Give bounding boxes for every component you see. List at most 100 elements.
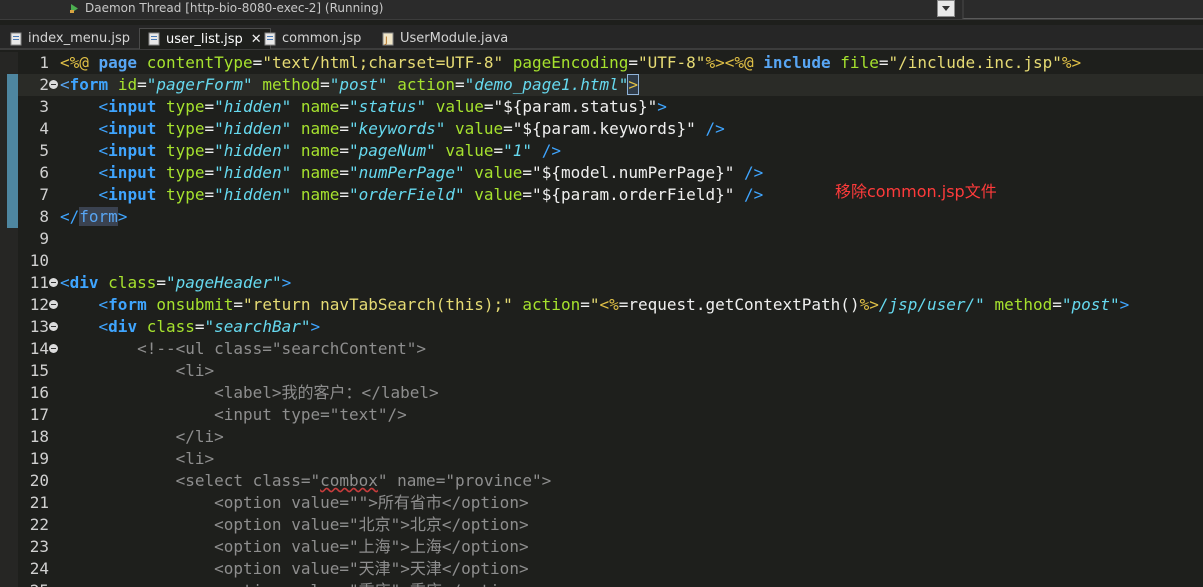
code-token: <option value="重庆">重庆</option>: [60, 581, 528, 587]
code-token: =: [204, 185, 215, 204]
thread-running-icon: [70, 3, 78, 13]
code-text: <input type="hidden" name="keywords" val…: [60, 118, 725, 140]
code-line[interactable]: 18 </li>: [18, 426, 1203, 448]
code-token: name: [300, 97, 340, 116]
tab-label: index_menu.jsp: [28, 31, 130, 46]
fold-collapse-icon[interactable]: [49, 80, 58, 89]
code-line[interactable]: 16 <label>我的客户：</label>: [18, 382, 1203, 404]
right-panel: [962, 0, 1203, 19]
code-line[interactable]: 13 <div class="searchBar">: [18, 316, 1203, 338]
dropdown-arrow-button[interactable]: [937, 0, 955, 17]
code-line[interactable]: 8 </form>: [18, 206, 1203, 228]
code-line[interactable]: 19 <li>: [18, 448, 1203, 470]
code-line[interactable]: 15 <li>: [18, 360, 1203, 382]
code-text: <input type="hidden" name="numPerPage" v…: [60, 162, 764, 184]
code-editor[interactable]: 1 <%@ page contentType="text/html;charset…: [0, 52, 1203, 587]
line-number: 20: [29, 471, 49, 490]
fold-collapse-icon[interactable]: [49, 300, 58, 309]
code-token: "hidden": [214, 141, 301, 160]
code-token: <: [98, 185, 109, 204]
code-text: <option value="上海">上海</option>: [60, 536, 528, 558]
fold-collapse-icon[interactable]: [49, 322, 58, 331]
code-token: name: [300, 119, 340, 138]
code-token: /jsp/user/": [878, 295, 995, 314]
code-line[interactable]: 23 <option value="上海">上海</option>: [18, 536, 1203, 558]
code-line[interactable]: 4 <input type="hidden" name="keywords" v…: [18, 118, 1203, 140]
code-token: =: [454, 75, 465, 94]
code-token: =: [339, 185, 350, 204]
code-token: onsubmit: [156, 295, 234, 314]
line-number: 23: [29, 537, 49, 556]
tab-label: common.jsp: [282, 31, 362, 46]
editor-tab-bar: index_menu.jsp user_list.jsp ✕ common.js…: [0, 25, 1203, 50]
code-token: <: [98, 97, 109, 116]
code-line[interactable]: 6 <input type="hidden" name="numPerPage"…: [18, 162, 1203, 184]
code-text: <label>我的客户：</label>: [60, 382, 439, 404]
code-token: <: [60, 273, 70, 292]
code-line[interactable]: 22 <option value="北京">北京</option>: [18, 514, 1203, 536]
code-token: id: [117, 75, 138, 94]
line-number: 16: [29, 383, 49, 402]
code-token: type: [165, 119, 205, 138]
code-line[interactable]: 14 <!--<ul class="searchContent">: [18, 338, 1203, 360]
line-number: 12: [29, 295, 49, 314]
code-text: <option value="天津">天津</option>: [60, 558, 528, 580]
jsp-file-icon: [264, 32, 276, 45]
code-line[interactable]: 20 <select class="combox" name="province…: [18, 470, 1203, 492]
code-line[interactable]: 25 <option value="重庆">重庆</option>: [18, 580, 1203, 587]
code-line[interactable]: 24 <option value="天津">天津</option>: [18, 558, 1203, 580]
code-token: page: [98, 53, 147, 72]
code-line[interactable]: 12 <form onsubmit="return navTabSearch(t…: [18, 294, 1203, 316]
code-text: <option value="">所有省市</option>: [60, 492, 528, 514]
code-token: type: [165, 97, 205, 116]
code-line[interactable]: 5 <input type="hidden" name="pageNum" va…: [18, 140, 1203, 162]
tab-index-menu[interactable]: index_menu.jsp: [2, 28, 138, 49]
code-token: >: [281, 273, 292, 292]
code-token: "return navTabSearch(this);": [243, 295, 523, 314]
code-text: <option value="重庆">重庆</option>: [60, 580, 528, 587]
code-line[interactable]: 11 <div class="pageHeader">: [18, 272, 1203, 294]
code-token: <label>我的客户：</label>: [60, 383, 439, 402]
tab-common[interactable]: common.jsp: [256, 28, 369, 49]
code-line[interactable]: 1 <%@ page contentType="text/html;charset…: [18, 52, 1203, 74]
code-token: "keywords": [349, 119, 455, 138]
code-text: <select class="combox" name="province">: [60, 470, 552, 492]
code-token: =: [580, 295, 590, 314]
code-token: <input type="text"/>: [60, 405, 407, 424]
jsp-file-icon: [10, 32, 22, 45]
line-number: 7: [39, 185, 49, 204]
code-text: <input type="hidden" name="pageNum" valu…: [60, 140, 561, 162]
code-token: =: [137, 75, 147, 94]
code-line[interactable]: 3 <input type="hidden" name="status" val…: [18, 96, 1203, 118]
code-line[interactable]: 10: [18, 250, 1203, 272]
code-token: value: [435, 97, 484, 116]
line-number: 22: [29, 515, 49, 534]
code-token: <: [98, 295, 109, 314]
code-line[interactable]: 7 <input type="hidden" name="orderField"…: [18, 184, 1203, 206]
code-token: div: [69, 273, 109, 292]
code-token: />: [705, 119, 725, 138]
code-token: "searchBar": [204, 317, 311, 336]
code-line[interactable]: 9: [18, 228, 1203, 250]
line-number: 15: [29, 361, 49, 380]
code-token: </: [60, 207, 80, 226]
code-line[interactable]: 2 <form id="pagerForm" method="post" acti…: [18, 74, 1203, 96]
code-token: =: [194, 317, 205, 336]
code-token: <li>: [60, 449, 215, 468]
code-token: "UTF-8": [638, 53, 706, 72]
fold-collapse-icon[interactable]: [49, 278, 58, 287]
code-text: <input type="hidden" name="orderField" v…: [60, 184, 764, 206]
tab-user-module[interactable]: J UserModule.java: [374, 28, 516, 49]
code-token: contentType: [146, 53, 253, 72]
line-number: 25: [18, 580, 49, 587]
code-line[interactable]: 21 <option value="">所有省市</option>: [18, 492, 1203, 514]
code-line[interactable]: 17 <input type="text"/>: [18, 404, 1203, 426]
code-token: type: [165, 163, 205, 182]
debug-thread-item[interactable]: Daemon Thread [http-bio-8080-exec-2] (Ru…: [70, 0, 383, 16]
code-token: "orderField": [349, 185, 475, 204]
fold-collapse-icon[interactable]: [49, 344, 58, 353]
code-token: <%@: [60, 53, 99, 72]
tab-user-list[interactable]: user_list.jsp ✕: [139, 28, 271, 49]
code-token: =request.getContextPath(): [618, 295, 860, 314]
